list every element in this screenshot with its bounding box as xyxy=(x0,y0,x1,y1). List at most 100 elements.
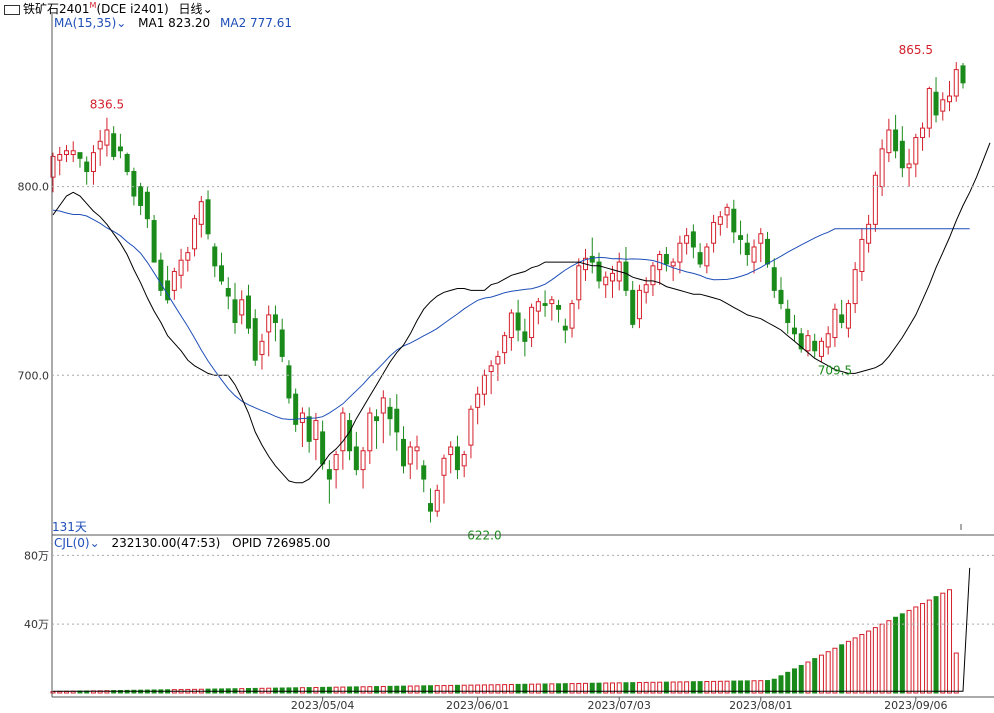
candle-body xyxy=(839,314,845,323)
candle-body xyxy=(845,303,851,329)
candle-body xyxy=(508,312,514,339)
volume-bar xyxy=(414,685,420,694)
candle-body xyxy=(731,208,737,233)
candle-body xyxy=(286,365,292,399)
candle-body xyxy=(872,174,878,225)
volume-bar xyxy=(947,589,953,694)
volume-bar xyxy=(832,647,838,694)
volume-bar xyxy=(340,686,346,694)
volume-bar xyxy=(299,687,305,694)
candle-body xyxy=(596,261,602,282)
price-tick-label: 700.0 xyxy=(18,369,50,382)
candle-body xyxy=(205,199,211,235)
period-label: 日线 xyxy=(178,2,203,16)
candle-body xyxy=(535,301,541,312)
candle-body xyxy=(326,469,332,480)
volume-value: 232130.00(47:53) xyxy=(111,536,221,550)
volume-bar xyxy=(475,684,481,694)
volume-bar xyxy=(286,687,292,694)
candle-body xyxy=(90,152,96,173)
candle-body xyxy=(899,140,905,169)
candle-body xyxy=(866,223,872,244)
candle-body xyxy=(421,465,427,480)
volume-bar xyxy=(818,654,824,694)
candle-body xyxy=(515,312,521,331)
candle-body xyxy=(697,252,703,265)
symbol-code: (DCE i2401) xyxy=(96,2,169,16)
volume-bar xyxy=(825,651,831,694)
volume-bar xyxy=(798,664,804,694)
candle-body xyxy=(643,284,649,293)
volume-bar xyxy=(839,644,845,694)
volume-bar xyxy=(259,687,265,694)
x-tick-label: 2023/08/01 xyxy=(729,699,792,712)
candle-body xyxy=(488,365,494,373)
kline-chart[interactable]: 836.5622.0709.5865.5 700.0 800.0 40万 80万 202… xyxy=(0,0,994,713)
volume-bar xyxy=(454,684,460,694)
x-tick-label: 2023/07/03 xyxy=(588,699,651,712)
volume-bar xyxy=(347,686,353,694)
candle-body xyxy=(252,318,258,361)
candle-body xyxy=(778,289,784,305)
candle-body xyxy=(272,314,278,323)
chevron-down-icon[interactable]: ⌄ xyxy=(116,16,126,30)
candle-body xyxy=(313,420,319,440)
candle-body xyxy=(198,201,204,225)
price-panel: 836.5622.0709.5865.5 xyxy=(50,43,991,542)
candle-body xyxy=(299,412,305,423)
candle-body xyxy=(70,150,76,156)
candle-body xyxy=(333,454,339,471)
days-label: 131天 xyxy=(52,520,87,534)
candle-body xyxy=(212,246,218,267)
candle-body xyxy=(124,154,130,173)
volume-bar xyxy=(791,668,797,694)
candle-body xyxy=(906,163,912,169)
x-tick-label: 2023/09/06 xyxy=(884,699,947,712)
candle-body xyxy=(57,154,63,161)
candle-body xyxy=(556,304,562,310)
candle-body xyxy=(138,186,144,206)
candle-body xyxy=(144,191,150,220)
candle-body xyxy=(454,446,460,471)
volume-bar xyxy=(434,685,440,694)
chevron-down-icon[interactable]: ⌄ xyxy=(90,536,100,550)
volume-indicator-label[interactable]: CJL(0) xyxy=(54,536,90,550)
ma-indicator-label[interactable]: MA(15,35) xyxy=(54,16,116,30)
candle-body xyxy=(562,325,568,331)
candle-body xyxy=(63,150,69,156)
candle-body xyxy=(495,355,501,365)
candle-body xyxy=(394,408,400,433)
candle-body xyxy=(434,489,440,512)
volume-bar xyxy=(360,686,366,694)
candle-body xyxy=(609,272,615,282)
candle-body xyxy=(711,221,717,244)
volume-tick-label: 40万 xyxy=(24,618,49,631)
x-tick-label: 2023/06/01 xyxy=(446,699,509,712)
candle-body xyxy=(387,406,393,420)
candle-body xyxy=(724,206,730,216)
volume-bar xyxy=(872,627,878,694)
candle-body xyxy=(178,259,184,276)
candle-body xyxy=(266,314,272,333)
candle-body xyxy=(192,218,198,250)
price-annotation: 865.5 xyxy=(899,43,933,57)
volume-bar xyxy=(306,687,312,694)
candle-body xyxy=(751,246,757,263)
candle-body xyxy=(812,340,818,352)
candle-body xyxy=(374,416,380,422)
volume-bar xyxy=(313,686,319,694)
candle-body xyxy=(805,335,811,352)
ma1-value: MA1 823.20 xyxy=(138,16,211,30)
volume-bar xyxy=(401,685,407,694)
volume-bar xyxy=(367,686,373,694)
price-tick-label: 800.0 xyxy=(18,181,50,194)
volume-bar xyxy=(245,688,251,694)
candle-body xyxy=(744,242,750,256)
candle-body xyxy=(239,299,245,316)
period-selector[interactable]: 日线⌄ xyxy=(179,2,213,16)
candle-body xyxy=(219,265,225,282)
window-icon[interactable] xyxy=(4,4,20,15)
candle-body xyxy=(940,99,946,112)
candle-body xyxy=(947,95,953,103)
volume-bar xyxy=(441,685,447,694)
